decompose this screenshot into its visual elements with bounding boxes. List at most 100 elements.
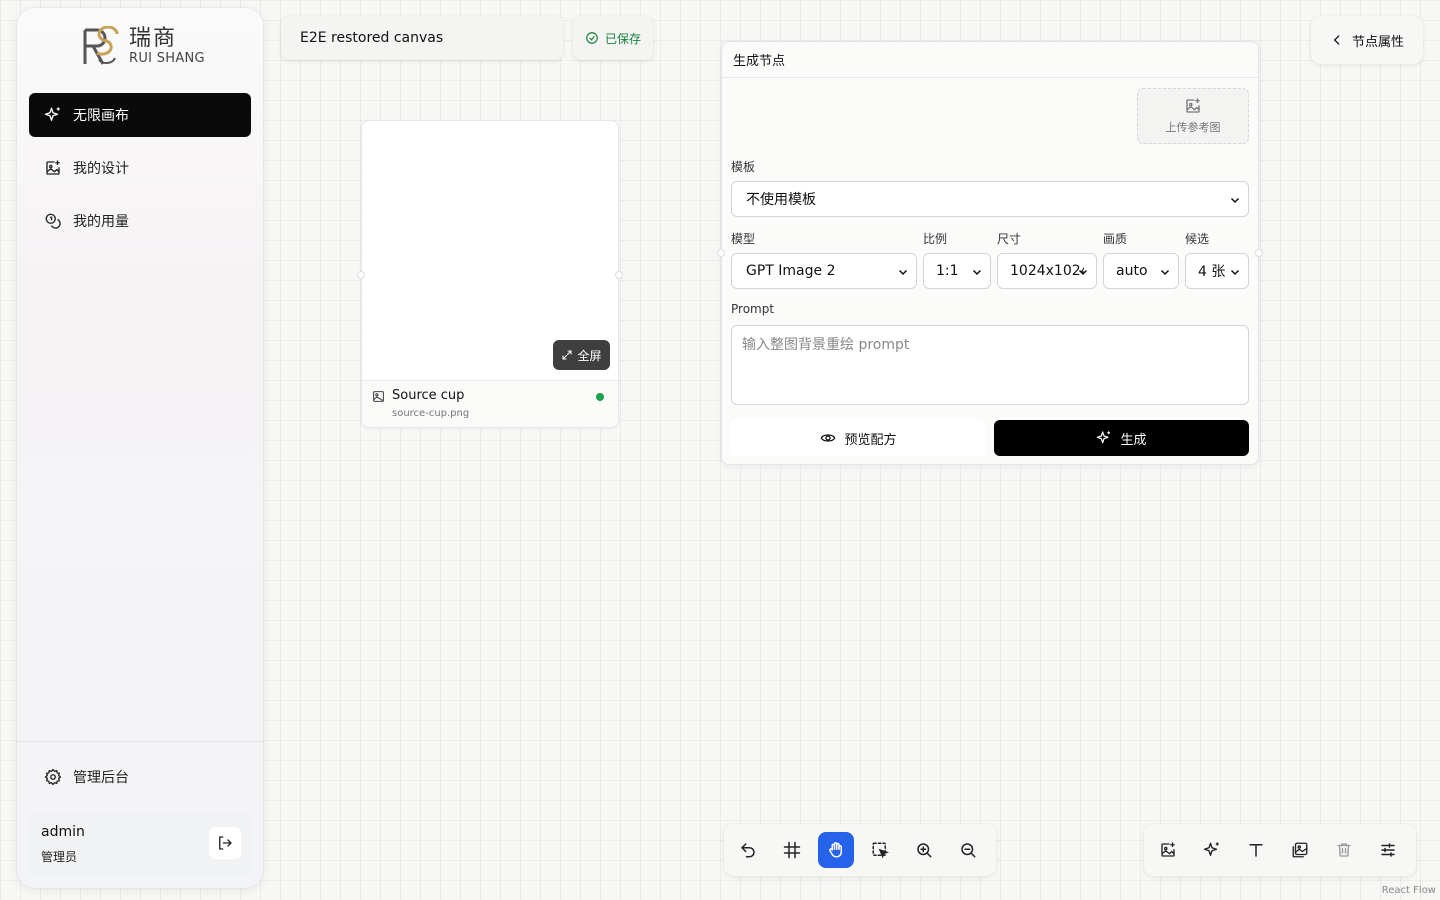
sidebar: 瑞商 RUI SHANG 无限画布 我的设计 我的用量 管理后台 admin 管… bbox=[17, 8, 263, 888]
nav-item-infinite-canvas[interactable]: 无限画布 bbox=[29, 93, 251, 137]
image-plus-icon bbox=[46, 160, 60, 175]
delete-node-button[interactable] bbox=[1326, 832, 1362, 868]
template-label: 模板 bbox=[731, 160, 756, 174]
generate-node-right-handle[interactable] bbox=[1255, 249, 1263, 257]
saved-status-text: 已保存 bbox=[604, 31, 641, 46]
size-label: 尺寸 bbox=[997, 232, 1022, 246]
add-gallery-node-button[interactable] bbox=[1282, 832, 1318, 868]
image-plus-icon bbox=[1186, 98, 1200, 113]
ratio-label: 比例 bbox=[923, 232, 948, 246]
generate-node-title: 生成节点 bbox=[722, 42, 1258, 78]
preview-recipe-label: 预览配方 bbox=[844, 432, 897, 448]
chevron-left-icon bbox=[1333, 35, 1340, 45]
image-node-name: Source cup bbox=[392, 388, 465, 403]
chevron-down-icon bbox=[1230, 269, 1240, 276]
image-icon bbox=[373, 391, 384, 402]
quality-select[interactable]: auto bbox=[1103, 253, 1179, 289]
node-properties-button[interactable]: 节点属性 bbox=[1311, 16, 1423, 64]
sliders-icon bbox=[1381, 843, 1395, 857]
hand-tool-button[interactable] bbox=[818, 832, 854, 868]
sidebar-divider bbox=[17, 741, 263, 742]
image-node[interactable]: 全屏 Source cup source-cup.png bbox=[357, 120, 623, 428]
image-node-right-handle[interactable] bbox=[615, 271, 623, 279]
add-generate-node-button[interactable] bbox=[1194, 832, 1230, 868]
node-settings-button[interactable] bbox=[1370, 832, 1406, 868]
template-select-value: 不使用模板 bbox=[746, 192, 816, 208]
fullscreen-label: 全屏 bbox=[577, 348, 602, 363]
model-label: 模型 bbox=[731, 232, 756, 246]
nav-item-label: 无限画布 bbox=[73, 108, 129, 124]
zoom-in-icon bbox=[917, 843, 932, 858]
react-flow-attribution[interactable]: React Flow bbox=[1382, 885, 1436, 896]
canvas-title-text: E2E restored canvas bbox=[300, 30, 444, 46]
image-node-footer: Source cup source-cup.png bbox=[362, 380, 618, 427]
sparkles-icon bbox=[1203, 842, 1219, 856]
canvas-title[interactable]: E2E restored canvas bbox=[281, 16, 563, 60]
model-select-value: GPT Image 2 bbox=[746, 263, 836, 279]
nav-item-admin[interactable]: 管理后台 bbox=[29, 755, 251, 799]
undo-button[interactable] bbox=[730, 832, 766, 868]
chevron-down-icon bbox=[1230, 197, 1240, 204]
saved-status-badge: 已保存 bbox=[573, 16, 653, 60]
nav-item-label: 我的用量 bbox=[73, 214, 129, 230]
add-image-node-button[interactable] bbox=[1150, 832, 1186, 868]
chevron-down-icon bbox=[1160, 269, 1170, 276]
rs-logo-icon bbox=[83, 26, 119, 65]
logo: 瑞商 RUI SHANG bbox=[81, 26, 205, 68]
generate-label: 生成 bbox=[1120, 432, 1147, 448]
frame-tool-button[interactable] bbox=[774, 832, 810, 868]
nav-item-my-usage[interactable]: 我的用量 bbox=[29, 199, 251, 243]
chevron-down-icon bbox=[898, 269, 908, 276]
zoom-out-icon bbox=[961, 843, 976, 858]
node-properties-label: 节点属性 bbox=[1351, 34, 1404, 50]
prompt-textarea[interactable]: 输入整图背景重绘 prompt bbox=[731, 325, 1249, 405]
model-select[interactable]: GPT Image 2 bbox=[731, 253, 917, 289]
chevron-down-icon bbox=[972, 269, 982, 276]
add-image-icon bbox=[1161, 842, 1175, 857]
image-node-filename: source-cup.png bbox=[392, 408, 470, 419]
logout-button[interactable] bbox=[209, 827, 241, 859]
zoom-out-button[interactable] bbox=[950, 832, 986, 868]
ratio-select[interactable]: 1:1 bbox=[923, 253, 991, 289]
candidates-select-value: 4 张 bbox=[1198, 264, 1226, 280]
candidates-label: 候选 bbox=[1185, 232, 1210, 246]
logo-text-cn: 瑞商 bbox=[129, 26, 178, 51]
nav-item-label: 我的设计 bbox=[73, 161, 129, 177]
sparkles-icon bbox=[44, 107, 60, 121]
add-text-node-button[interactable] bbox=[1238, 832, 1274, 868]
user-role: 管理员 bbox=[41, 850, 78, 864]
zoom-in-button[interactable] bbox=[906, 832, 942, 868]
quality-label: 画质 bbox=[1103, 232, 1128, 246]
hand-icon bbox=[829, 842, 842, 858]
frame-icon bbox=[783, 841, 801, 859]
preview-recipe-button[interactable]: 预览配方 bbox=[731, 420, 986, 456]
prompt-label: Prompt bbox=[731, 302, 775, 316]
fullscreen-button[interactable]: 全屏 bbox=[553, 340, 610, 370]
eye-icon bbox=[821, 434, 836, 442]
user-card: admin 管理员 bbox=[29, 811, 251, 875]
upload-reference-label: 上传参考图 bbox=[1165, 121, 1221, 134]
generate-node-panel: 生成节点 上传参考图 模板 不使用模板 模型 GPT Image 2 比例 1:… bbox=[717, 41, 1263, 465]
text-icon bbox=[1249, 844, 1263, 857]
prompt-placeholder: 输入整图背景重绘 prompt bbox=[742, 337, 910, 353]
sparkles-icon bbox=[1097, 431, 1111, 444]
size-select[interactable]: 1024x1024 bbox=[997, 253, 1097, 289]
generate-node-left-handle[interactable] bbox=[717, 249, 725, 257]
generate-button[interactable]: 生成 bbox=[994, 420, 1249, 456]
upload-reference-button[interactable]: 上传参考图 bbox=[1137, 88, 1249, 144]
candidates-select[interactable]: 4 张 bbox=[1185, 253, 1249, 289]
trash-icon bbox=[1337, 843, 1351, 857]
user-name: admin bbox=[41, 824, 85, 840]
logout-icon bbox=[219, 836, 232, 850]
nav-item-my-designs[interactable]: 我的设计 bbox=[29, 146, 251, 190]
node-toolbar bbox=[1144, 824, 1416, 876]
template-select[interactable]: 不使用模板 bbox=[731, 181, 1249, 217]
size-select-value: 1024x1024 bbox=[1010, 263, 1084, 279]
select-tool-button[interactable] bbox=[862, 832, 898, 868]
gear-icon bbox=[44, 768, 62, 786]
image-node-left-handle[interactable] bbox=[357, 271, 365, 279]
status-dot bbox=[596, 393, 604, 401]
view-toolbar bbox=[724, 824, 996, 876]
nav-item-label: 管理后台 bbox=[73, 770, 129, 786]
coins-icon bbox=[45, 213, 61, 229]
